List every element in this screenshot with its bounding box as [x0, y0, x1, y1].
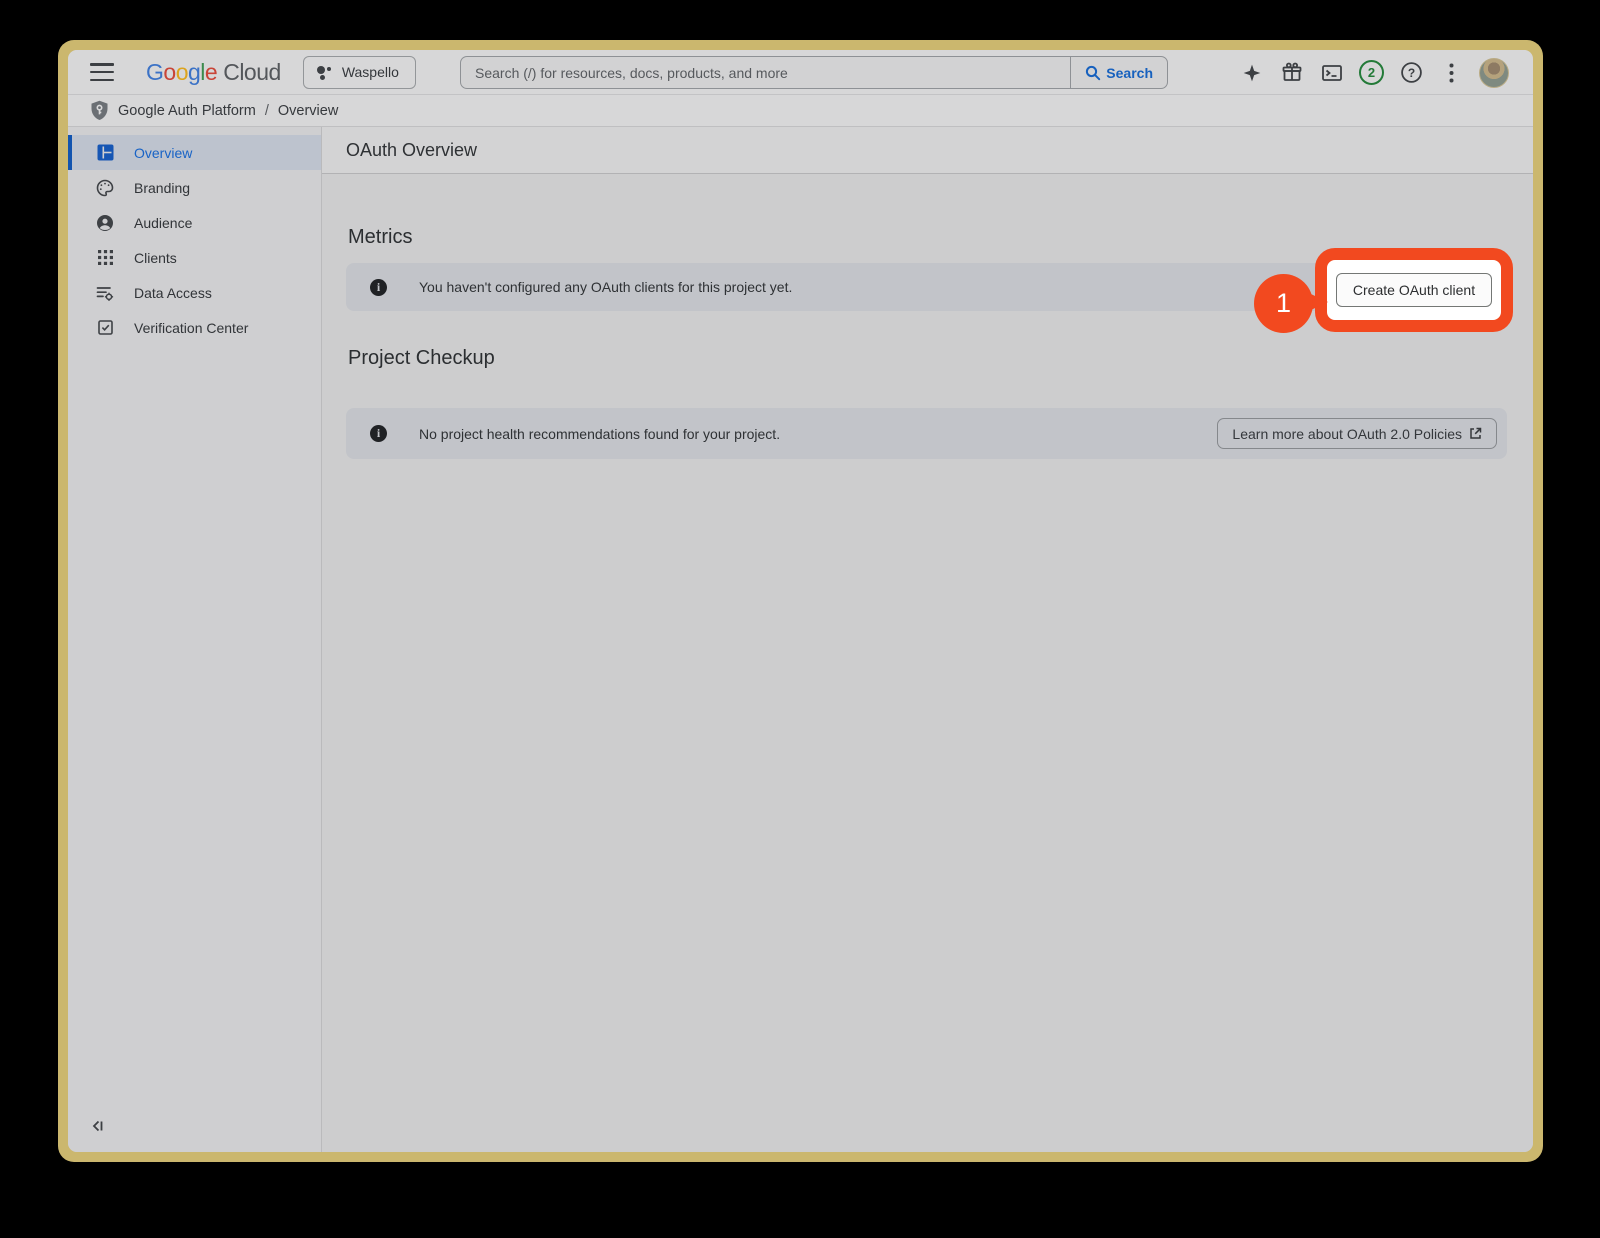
create-oauth-client-button[interactable]: Create OAuth client — [1336, 273, 1492, 307]
search-button-label: Search — [1106, 64, 1153, 81]
search-icon — [1086, 65, 1101, 80]
breadcrumb: Google Auth Platform / Overview — [68, 95, 1533, 127]
annotation-highlight-box: Create OAuth client — [1315, 248, 1513, 332]
sidebar-item-data-access[interactable]: Data Access — [68, 275, 321, 310]
info-icon: i — [370, 278, 387, 296]
search-input[interactable] — [461, 64, 1071, 81]
sidebar-nav: Overview Branding Audience Clients Data … — [68, 127, 322, 1152]
gift-icon[interactable] — [1279, 60, 1304, 85]
annotation-step-marker: 1 — [1254, 274, 1313, 333]
sidebar-item-clients[interactable]: Clients — [68, 240, 321, 275]
sidebar-item-label: Verification Center — [134, 319, 249, 336]
menu-icon[interactable] — [90, 63, 114, 81]
shield-key-icon — [91, 100, 108, 120]
metrics-heading: Metrics — [348, 226, 413, 248]
logo-letter: o — [163, 58, 176, 85]
breadcrumb-section[interactable]: Google Auth Platform — [118, 103, 256, 119]
window-frame: G o o g l e Cloud Waspello Search (/) fo… — [58, 40, 1543, 1162]
project-checkup-message: No project health recommendations found … — [419, 425, 781, 442]
top-bar: G o o g l e Cloud Waspello Search (/) fo… — [68, 50, 1533, 95]
learn-more-oauth-policies-button[interactable]: Learn more about OAuth 2.0 Policies — [1217, 418, 1497, 449]
sidebar-item-label: Branding — [134, 179, 191, 196]
logo-letter: g — [187, 58, 201, 85]
sidebar-item-label: Data Access — [134, 284, 212, 301]
gemini-sparkle-icon[interactable] — [1239, 60, 1264, 85]
avatar[interactable] — [1479, 57, 1509, 88]
svg-text:?: ? — [1408, 66, 1415, 80]
apps-grid-icon — [96, 249, 114, 267]
learn-more-label: Learn more about OAuth 2.0 Policies — [1232, 425, 1462, 442]
project-name: Waspello — [341, 64, 399, 80]
account-icon — [96, 214, 114, 232]
project-checkup-heading: Project Checkup — [348, 347, 495, 369]
sidebar-item-label: Clients — [134, 249, 177, 266]
browser-window: G o o g l e Cloud Waspello Search (/) fo… — [68, 50, 1533, 1152]
palette-icon — [96, 179, 114, 197]
sidebar-item-audience[interactable]: Audience — [68, 205, 321, 240]
logo-letter: e — [204, 58, 218, 85]
project-checkup-info-bar: i No project health recommendations foun… — [346, 408, 1507, 459]
sidebar-item-label: Audience — [134, 214, 193, 231]
sidebar-item-branding[interactable]: Branding — [68, 170, 321, 205]
info-icon: i — [370, 425, 387, 442]
dashboard-icon — [96, 144, 114, 162]
help-icon[interactable]: ? — [1399, 60, 1424, 85]
page-title: OAuth Overview — [322, 127, 1533, 174]
breadcrumb-separator: / — [264, 102, 269, 119]
logo-letter: o — [175, 58, 189, 85]
project-selector-button[interactable]: Waspello — [302, 55, 416, 89]
project-icon — [316, 64, 332, 80]
breadcrumb-page: Overview — [277, 102, 339, 119]
collapse-sidebar-icon[interactable] — [90, 1116, 110, 1136]
sidebar-item-overview[interactable]: Overview — [68, 135, 321, 170]
data-access-gear-icon — [96, 284, 114, 302]
more-vertical-icon[interactable] — [1439, 60, 1464, 85]
cloud-shell-icon[interactable] — [1319, 60, 1344, 85]
sidebar-item-verification-center[interactable]: Verification Center — [68, 310, 321, 345]
metrics-message: You haven't configured any OAuth clients… — [419, 279, 793, 295]
logo-letter: G — [146, 58, 164, 85]
google-cloud-logo[interactable]: G o o g l e Cloud — [146, 59, 281, 86]
verification-check-icon — [96, 319, 114, 337]
logo-cloud-text: Cloud — [223, 58, 281, 85]
notifications-count: 2 — [1367, 65, 1376, 80]
annotation-step-number: 1 — [1275, 288, 1292, 318]
topbar-icon-group: 2 ? — [1239, 50, 1509, 95]
search-button[interactable]: Search — [1070, 57, 1167, 88]
main-area: Overview Branding Audience Clients Data … — [68, 127, 1533, 1152]
sidebar-item-label: Overview — [134, 144, 193, 161]
external-link-icon — [1470, 427, 1482, 439]
global-search-bar: Search — [460, 56, 1168, 89]
notifications-badge[interactable]: 2 — [1359, 60, 1384, 85]
